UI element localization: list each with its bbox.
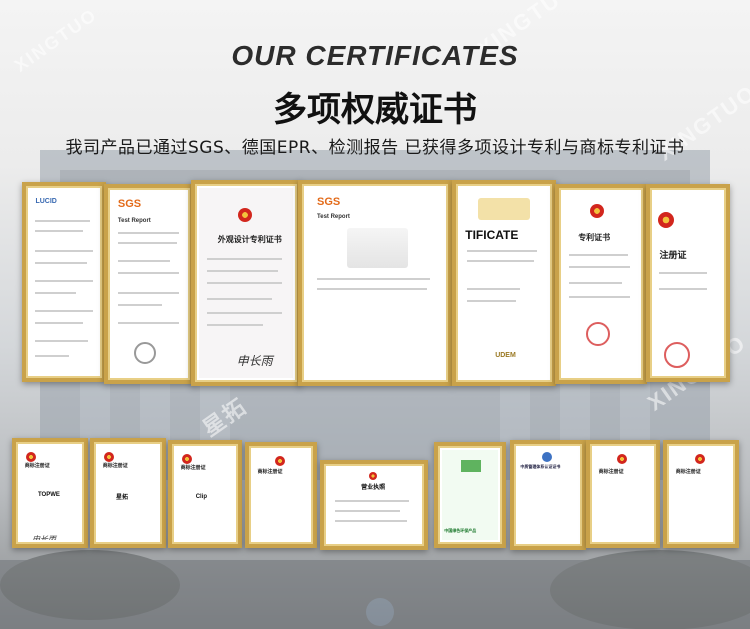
license-title: 营业执照	[361, 485, 386, 491]
tm-mark: 星拓	[116, 495, 129, 501]
red-seal	[663, 342, 690, 368]
emblem	[181, 454, 192, 464]
patent-title: 外观设计专利证书	[217, 234, 282, 244]
tm-frame-4: 商标注册证	[245, 442, 317, 548]
green-title: 中国绿色环保产品	[444, 528, 477, 533]
certificate-frame-sgs-2: SGS Test Report	[298, 180, 452, 386]
emblem	[104, 452, 114, 462]
product-photo	[347, 228, 409, 268]
certificate-frame-sgs: SGS Test Report	[104, 184, 194, 384]
quality-cert-frame: 中质管理体系认证证书	[510, 440, 586, 550]
sgs-logo: SGS	[317, 196, 341, 208]
signature: 申长雨	[32, 535, 56, 540]
report-type: Test Report	[317, 214, 350, 220]
emblem	[275, 456, 286, 466]
business-license-frame: 营业执照	[320, 460, 428, 550]
title-chinese: 多项权威证书	[273, 90, 477, 130]
sgs-seal	[134, 342, 156, 364]
patent-title: 专利证书	[578, 233, 611, 242]
emblem	[695, 454, 705, 464]
tm-frame-6: 商标注册证	[663, 440, 739, 548]
quality-logo	[542, 452, 552, 462]
signature: 申长雨	[236, 354, 273, 368]
report-type: Test Report	[117, 218, 151, 224]
certificate-frame-trademark: 注册证	[646, 184, 730, 382]
trademark-title: 注册证	[659, 250, 687, 260]
red-seal	[585, 322, 610, 346]
tm-mark: TOPWE	[38, 492, 60, 498]
tm-mark: Clip	[195, 494, 208, 500]
certificate-frame-report: LUCID	[22, 182, 106, 382]
tm-frame-1: 商标注册证 TOPWE 申长雨	[12, 438, 88, 548]
patent-emblem	[589, 204, 604, 218]
tm-title: 商标注册证	[180, 465, 206, 471]
tm-frame-3: 商标注册证 Clip	[168, 440, 242, 548]
certificate-heading: TIFICATE	[465, 228, 519, 242]
udem-footer: UDEM	[495, 352, 516, 359]
report-logo: LUCID	[35, 198, 57, 205]
tm-frame-5: 商标注册证	[586, 440, 660, 548]
trademark-emblem	[658, 212, 675, 228]
tm-frame-2: 商标注册证 星拓	[90, 438, 166, 548]
quality-title: 中质管理体系认证证书	[520, 464, 561, 469]
udem-logo	[477, 198, 531, 220]
emblem	[369, 472, 378, 480]
certificate-frame-ce: TIFICATE UDEM	[452, 180, 556, 386]
title-english: OUR CERTIFICATES	[231, 40, 519, 71]
green-product-frame: 中国绿色环保产品	[434, 442, 506, 548]
sgs-logo: SGS	[117, 198, 142, 210]
tm-title: 商标注册证	[675, 469, 701, 475]
tm-title: 商标注册证	[598, 469, 624, 475]
tm-title: 商标注册证	[102, 463, 128, 469]
green-logo	[461, 460, 482, 472]
certificate-frame-patent: 专利证书	[555, 184, 647, 384]
tm-title: 商标注册证	[257, 469, 283, 475]
emblem	[617, 454, 628, 464]
emblem	[26, 452, 36, 462]
tm-title: 商标注册证	[24, 463, 50, 469]
certificate-frame-design-patent: 外观设计专利证书 申长雨	[191, 180, 301, 386]
subtitle: 我司产品已通过SGS、德国EPR、检测报告 已获得多项设计专利与商标专利证书	[65, 138, 685, 158]
patent-emblem	[238, 208, 253, 222]
